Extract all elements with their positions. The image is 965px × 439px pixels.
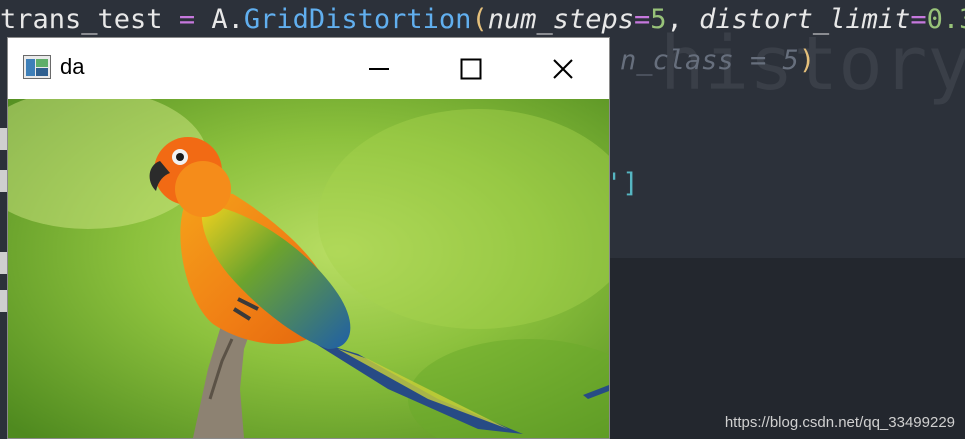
editor-panel-lower <box>610 258 965 439</box>
image-window-icon <box>23 55 51 79</box>
close-icon <box>553 58 573 79</box>
code-line-2-text: n_class = 5 <box>620 45 799 76</box>
code-line-1: trans_test = A.GridDistortion(num_steps=… <box>0 2 965 38</box>
code-line-2: n_class = 5) <box>620 43 815 79</box>
code-token-operator: = <box>162 4 212 35</box>
code-token-equals: = <box>634 4 651 35</box>
maximize-button[interactable] <box>425 38 517 99</box>
parrot-photo <box>8 99 609 438</box>
parrot-photo-illustration <box>8 99 609 438</box>
code-token-module: A. <box>211 4 244 35</box>
close-button[interactable] <box>517 38 609 99</box>
code-token-variable: trans_test <box>0 4 163 35</box>
code-token-separator: , <box>666 4 700 35</box>
code-bracket: '] <box>606 168 639 199</box>
maximize-icon <box>460 58 482 79</box>
code-token-close-paren: ) <box>798 45 816 76</box>
window-titlebar[interactable]: da <box>8 38 609 99</box>
code-token-number: 5 <box>650 4 667 35</box>
code-token-kwarg: num_steps <box>487 4 635 35</box>
image-window[interactable]: da <box>7 37 610 439</box>
code-token-number: 0.3 <box>926 4 965 35</box>
code-token-function: GridDistortion <box>243 4 472 35</box>
minimize-button[interactable] <box>333 38 425 99</box>
code-token-kwarg: distort_limit <box>699 4 911 35</box>
window-title: da <box>60 54 85 79</box>
code-token-equals: = <box>910 4 927 35</box>
minimize-icon <box>369 67 389 70</box>
watermark-url: https://blog.csdn.net/qq_33499229 <box>724 414 955 431</box>
code-token-paren: ( <box>471 4 488 35</box>
